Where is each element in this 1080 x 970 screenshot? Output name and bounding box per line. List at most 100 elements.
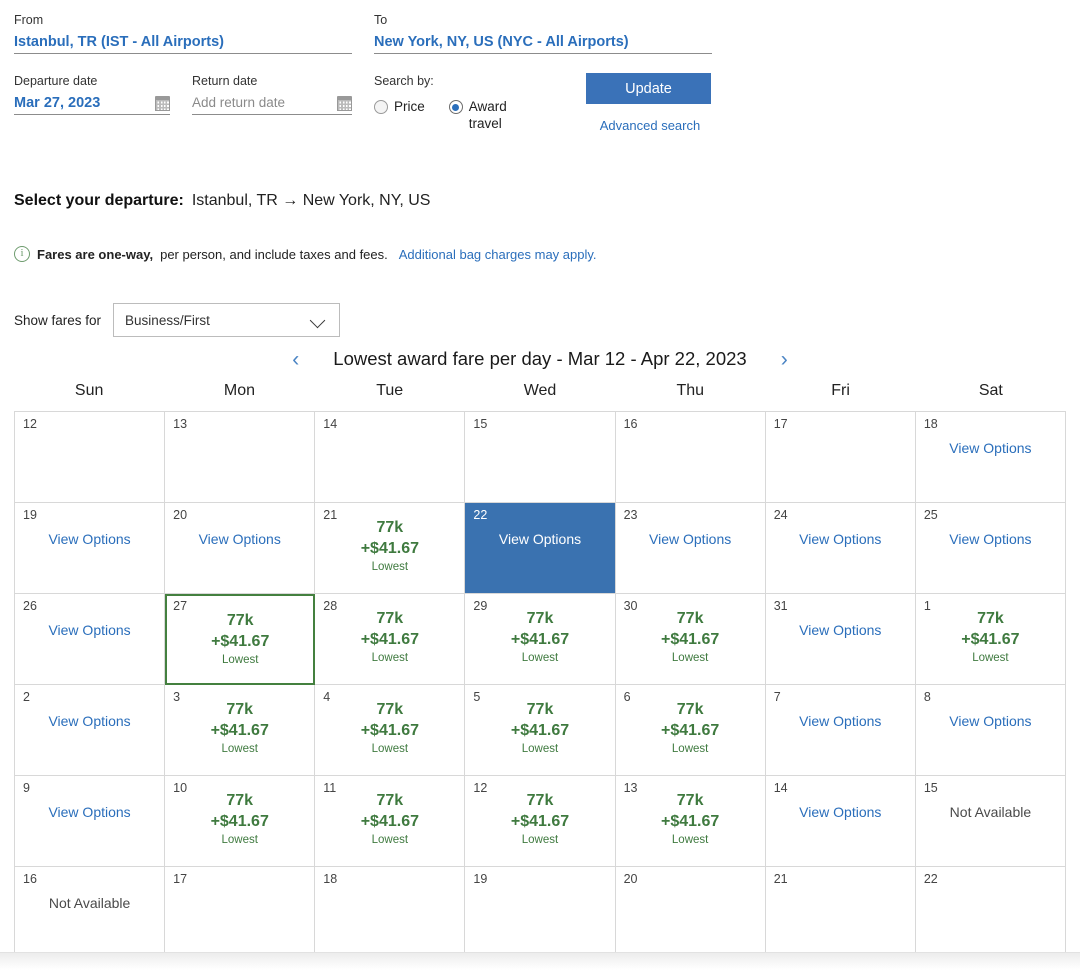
calendar-day-cell[interactable]: 6 77k +$41.67 Lowest xyxy=(615,685,766,776)
to-label: To xyxy=(374,13,388,27)
day-number: 15 xyxy=(473,417,488,431)
calendar-icon[interactable] xyxy=(155,96,170,111)
day-number: 12 xyxy=(23,417,37,431)
calendar-day-cell[interactable]: 12 77k +$41.67 Lowest xyxy=(465,776,616,867)
calendar-day-cell[interactable]: 11 77k +$41.67 Lowest xyxy=(315,776,466,867)
calendar-day-cell[interactable]: 20 View Options xyxy=(165,503,316,594)
additional-bag-charges-link[interactable]: Additional bag charges may apply. xyxy=(399,247,597,262)
search-by-label: Search by: xyxy=(374,74,434,88)
fare-miles: 77k xyxy=(226,612,254,629)
calendar-day-cell[interactable]: 5 77k +$41.67 Lowest xyxy=(465,685,616,776)
day-number: 27 xyxy=(173,599,188,613)
radio-circle-selected-icon[interactable] xyxy=(448,100,463,114)
view-options-link[interactable]: View Options xyxy=(949,440,1031,456)
fare-miles: 77k xyxy=(376,701,404,718)
view-options-link[interactable]: View Options xyxy=(48,713,130,729)
calendar-day-cell[interactable]: 25 View Options xyxy=(915,503,1066,594)
calendar-day-cell[interactable]: 3 77k +$41.67 Lowest xyxy=(165,685,316,776)
calendar-day-cell[interactable]: 2 View Options xyxy=(15,685,166,776)
cabin-class-select[interactable]: Business/First xyxy=(113,303,341,337)
view-options-link[interactable]: View Options xyxy=(48,804,130,820)
radio-label-price: Price xyxy=(394,99,425,114)
view-options-link[interactable]: View Options xyxy=(799,804,881,820)
calendar-day-cell[interactable]: 1 77k +$41.67 Lowest xyxy=(915,594,1066,685)
calendar-day-cell[interactable]: 19 View Options xyxy=(15,503,166,594)
view-options-link[interactable]: View Options xyxy=(799,531,881,547)
fare-miles: 77k xyxy=(226,792,254,809)
view-options-link[interactable]: View Options xyxy=(199,531,281,547)
return-date-input[interactable]: Add return date xyxy=(192,89,352,115)
day-number: 15 xyxy=(923,781,938,795)
calendar-day-cell[interactable]: 30 77k +$41.67 Lowest xyxy=(615,594,766,685)
calendar-day-cell[interactable]: 18 View Options xyxy=(915,412,1066,503)
day-number: 5 xyxy=(473,690,481,704)
departure-date-group: Departure date Mar 27, 2023 xyxy=(14,73,170,115)
day-number: 6 xyxy=(623,690,631,704)
calendar-day-cell[interactable]: 13 77k +$41.67 Lowest xyxy=(615,776,766,867)
weekday-header-sun: Sun xyxy=(74,382,104,399)
calendar-day-cell[interactable]: 31 View Options xyxy=(765,594,916,685)
calendar-day-cell[interactable]: 16 Not Available xyxy=(15,867,166,958)
calendar-day-cell[interactable]: 14 View Options xyxy=(765,776,916,867)
calendar-day-cell[interactable]: 10 77k +$41.67 Lowest xyxy=(165,776,316,867)
return-date-group: Return date Add return date xyxy=(192,73,352,115)
calendar-day-cell[interactable]: 28 77k +$41.67 Lowest xyxy=(315,594,466,685)
day-number: 25 xyxy=(923,508,938,522)
day-number: 18 xyxy=(923,417,938,431)
radio-circle-icon[interactable] xyxy=(374,100,388,114)
view-options-link[interactable]: View Options xyxy=(649,531,731,547)
calendar-day-cell[interactable]: 29 77k +$41.67 Lowest xyxy=(465,594,616,685)
search-by-radios: Price Award travel xyxy=(374,98,574,132)
calendar-day-cell[interactable]: 22 View Options xyxy=(465,503,616,594)
update-button[interactable]: Update xyxy=(586,73,711,104)
calendar-weekday-header: Sun Mon Tue Wed Thu Fri Sat xyxy=(14,378,1066,404)
view-options-link[interactable]: View Options xyxy=(949,713,1031,729)
day-number: 10 xyxy=(173,781,188,795)
calendar-day-cell[interactable]: 27 77k +$41.67 Lowest xyxy=(165,594,316,685)
previous-period-arrow-icon[interactable]: ‹ xyxy=(292,349,299,370)
radio-option-award-travel[interactable]: Award travel xyxy=(448,98,531,132)
calendar-day-cell[interactable]: 15 Not Available xyxy=(915,776,1066,867)
day-number: 22 xyxy=(473,508,488,522)
calendar-day-cell[interactable]: 7 View Options xyxy=(765,685,916,776)
view-options-link[interactable]: View Options xyxy=(799,713,881,729)
day-number: 31 xyxy=(773,599,788,613)
fare-cash: +$41.67 xyxy=(660,722,720,739)
calendar-day-cell[interactable]: 4 77k +$41.67 Lowest xyxy=(315,685,466,776)
view-options-link[interactable]: View Options xyxy=(499,531,581,547)
day-number: 14 xyxy=(323,417,338,431)
advanced-search-link[interactable]: Advanced search xyxy=(586,118,714,133)
calendar-icon[interactable] xyxy=(337,96,352,111)
fare-lowest-tag: Lowest xyxy=(521,652,559,664)
calendar-day-cell: 17 xyxy=(765,412,916,503)
view-options-link[interactable]: View Options xyxy=(799,622,881,638)
departure-date-input[interactable]: Mar 27, 2023 xyxy=(14,89,170,115)
view-options-link[interactable]: View Options xyxy=(48,531,130,547)
to-input[interactable]: New York, NY, US (NYC - All Airports) xyxy=(374,28,712,54)
calendar-day-cell[interactable]: 23 View Options xyxy=(615,503,766,594)
departure-date-label: Departure date xyxy=(14,74,98,88)
calendar-day-cell[interactable]: 26 View Options xyxy=(15,594,166,685)
calendar-day-cell[interactable]: 24 View Options xyxy=(765,503,916,594)
next-period-arrow-icon[interactable]: › xyxy=(781,349,788,370)
calendar-day-cell[interactable]: 8 View Options xyxy=(915,685,1066,776)
not-available-text: Not Available xyxy=(949,804,1032,820)
show-fares-for-label: Show fares for xyxy=(14,312,102,328)
day-number: 13 xyxy=(173,417,188,431)
calendar-day-cell[interactable]: 9 View Options xyxy=(15,776,166,867)
fare-cash: +$41.67 xyxy=(360,540,419,557)
from-field-group: From Istanbul, TR (IST - All Airports) xyxy=(14,12,352,54)
calendar-day-cell[interactable]: 21 77k +$41.67 Lowest xyxy=(315,503,466,594)
view-options-link[interactable]: View Options xyxy=(949,531,1031,547)
view-options-link[interactable]: View Options xyxy=(48,622,130,638)
return-date-label: Return date xyxy=(192,74,258,88)
from-input[interactable]: Istanbul, TR (IST - All Airports) xyxy=(14,28,352,54)
day-number: 30 xyxy=(623,599,638,613)
weekday-header-wed: Wed xyxy=(523,382,557,399)
radio-option-price[interactable]: Price xyxy=(374,98,425,132)
fare-lowest-tag: Lowest xyxy=(671,834,709,846)
fare-cash: +$41.67 xyxy=(510,631,570,648)
fare-lowest-tag: Lowest xyxy=(371,561,409,573)
day-number: 28 xyxy=(323,599,338,613)
fare-lowest-tag: Lowest xyxy=(521,743,559,755)
